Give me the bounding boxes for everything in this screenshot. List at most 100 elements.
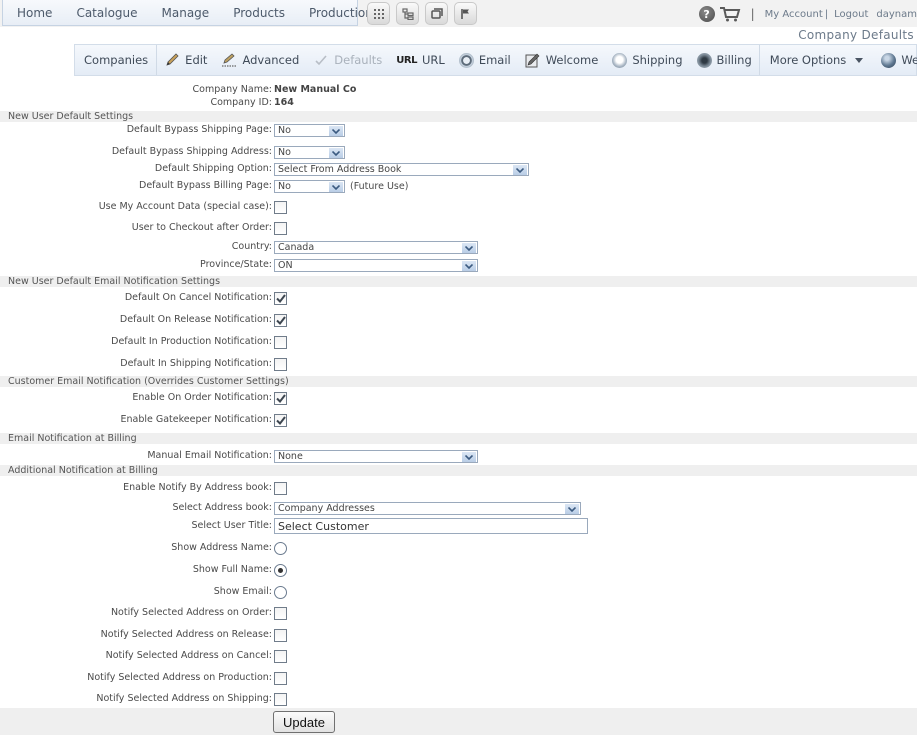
toolbar-web-site[interactable]: Web Site <box>874 45 917 75</box>
province-select[interactable]: ON <box>274 259 478 272</box>
on-order-row: Enable On Order Notification: <box>0 392 917 405</box>
nav-catalogue[interactable]: Catalogue <box>64 6 149 20</box>
shipping-option-select[interactable]: Select From Address Book <box>274 163 529 176</box>
gatekeeper-checkbox[interactable] <box>274 414 287 427</box>
notify-by-address-book-row: Enable Notify By Address book: <box>0 482 917 495</box>
in-production-row: Default In Production Notification: <box>0 336 917 349</box>
toolbar-advanced[interactable]: Advanced <box>214 45 306 75</box>
nav-home[interactable]: Home <box>3 6 64 20</box>
on-release-checkbox[interactable] <box>274 314 287 327</box>
nav-manage[interactable]: Manage <box>150 6 222 20</box>
toolbar-shipping[interactable]: Shipping <box>605 45 689 75</box>
windows-button[interactable] <box>425 2 448 25</box>
toolbar-welcome[interactable]: Welcome <box>518 45 606 75</box>
help-icon[interactable]: ? <box>698 6 715 22</box>
select-value: No <box>278 181 291 192</box>
checkmark-icon <box>275 316 286 325</box>
notify-on-order-label: Notify Selected Address on Order: <box>110 607 272 618</box>
toolbar-edit[interactable]: Edit <box>157 45 214 75</box>
use-my-account-checkbox[interactable] <box>274 201 287 214</box>
toolbar-label: Companies <box>84 53 149 67</box>
chevron-down-icon <box>462 243 476 253</box>
toolbar-label: Email <box>478 53 511 67</box>
on-cancel-row: Default On Cancel Notification: <box>0 292 917 305</box>
chevron-down-icon <box>329 148 343 158</box>
chevron-down-icon <box>565 504 579 514</box>
toolbar-billing[interactable]: Billing <box>690 45 760 75</box>
notify-on-cancel-label: Notify Selected Address on Cancel: <box>105 650 272 661</box>
on-order-checkbox[interactable] <box>274 392 287 405</box>
address-book-row: Select Address book: Company Addresses <box>0 502 917 515</box>
show-address-name-radio[interactable] <box>274 542 287 555</box>
show-full-name-radio[interactable] <box>274 564 287 577</box>
on-release-row: Default On Release Notification: <box>0 314 917 327</box>
nav-products[interactable]: Products <box>221 6 297 20</box>
notify-on-order-row: Notify Selected Address on Order: <box>0 607 917 620</box>
on-cancel-checkbox[interactable] <box>274 292 287 305</box>
toolbar-companies[interactable]: Companies <box>75 45 158 75</box>
notify-on-cancel-checkbox[interactable] <box>274 650 287 663</box>
bypass-billing-page-select[interactable]: No <box>274 180 345 193</box>
shipping-option-label: Default Shipping Option: <box>154 163 272 174</box>
icon-button-group <box>367 2 477 25</box>
manual-email-row: Manual Email Notification: None <box>0 450 917 463</box>
tree-view-button[interactable] <box>396 2 419 25</box>
select-value: Company Addresses <box>278 503 375 514</box>
select-value: Select From Address Book <box>278 164 402 175</box>
flag-button[interactable] <box>454 2 477 25</box>
toolbar-label: Billing <box>716 53 752 67</box>
chevron-down-icon <box>513 165 527 175</box>
my-account-link[interactable]: My Account <box>765 9 823 20</box>
show-address-name-label: Show Address Name: <box>171 542 272 553</box>
windows-icon <box>430 8 443 19</box>
chevron-down-icon <box>851 52 867 68</box>
chevron-down-icon <box>329 126 343 136</box>
show-email-radio[interactable] <box>274 586 287 599</box>
logout-link[interactable]: Logout <box>834 9 868 20</box>
update-button[interactable]: Update <box>273 711 335 733</box>
toolbar-defaults[interactable]: Defaults <box>306 45 389 75</box>
grid-view-button[interactable] <box>367 2 390 25</box>
bypass-shipping-page-select[interactable]: No <box>274 124 345 137</box>
toolbar-label: Advanced <box>242 53 300 67</box>
gatekeeper-label: Enable Gatekeeper Notification: <box>120 414 273 425</box>
toolbar-email[interactable]: Email <box>452 45 518 75</box>
gatekeeper-row: Enable Gatekeeper Notification: <box>0 414 917 427</box>
chevron-down-icon <box>462 261 476 271</box>
checkout-after-order-row: User to Checkout after Order: <box>0 222 917 235</box>
section-additional-notification-billing: Additional Notification at Billing <box>0 465 917 476</box>
country-select[interactable]: Canada <box>274 241 478 254</box>
notify-on-production-checkbox[interactable] <box>274 672 287 685</box>
notify-on-order-checkbox[interactable] <box>274 607 287 620</box>
in-shipping-checkbox[interactable] <box>274 358 287 371</box>
divider: | <box>750 7 755 21</box>
user-title-input[interactable]: Select Customer <box>274 518 588 534</box>
notify-on-release-checkbox[interactable] <box>274 629 287 642</box>
toolbar-label: URL <box>421 53 445 67</box>
select-value: No <box>278 147 291 158</box>
bypass-shipping-page-label: Default Bypass Shipping Page: <box>126 124 272 135</box>
notify-by-address-book-checkbox[interactable] <box>274 482 287 495</box>
shipping-icon <box>612 52 628 68</box>
globe-icon <box>881 52 897 68</box>
user-title-label: Select User Title: <box>191 520 272 531</box>
address-book-select[interactable]: Company Addresses <box>274 502 581 515</box>
page-title: Company Defaults <box>798 28 914 42</box>
toolbar-more-options[interactable]: More Options <box>760 45 875 75</box>
manual-email-select[interactable]: None <box>274 450 478 463</box>
toolbar-url[interactable]: URL URL <box>389 45 452 75</box>
notify-on-shipping-checkbox[interactable] <box>274 693 287 706</box>
checkout-after-order-checkbox[interactable] <box>274 222 287 235</box>
future-use-note: (Future Use) <box>350 181 409 192</box>
country-row: Country: Canada <box>0 241 917 254</box>
toolbar-label: Shipping <box>632 53 683 67</box>
section-customer-email-notification: Customer Email Notification (Overrides C… <box>0 376 917 387</box>
in-production-checkbox[interactable] <box>274 336 287 349</box>
cart-icon[interactable] <box>719 6 741 22</box>
manual-email-label: Manual Email Notification: <box>147 450 272 461</box>
user-area: ? | My Account | Logout daynam <box>698 4 917 24</box>
toolbar-label: Welcome <box>545 53 599 67</box>
section-new-user-email-notifications: New User Default Email Notification Sett… <box>0 276 917 287</box>
radio-dot <box>278 568 283 573</box>
bypass-shipping-address-select[interactable]: No <box>274 146 345 159</box>
